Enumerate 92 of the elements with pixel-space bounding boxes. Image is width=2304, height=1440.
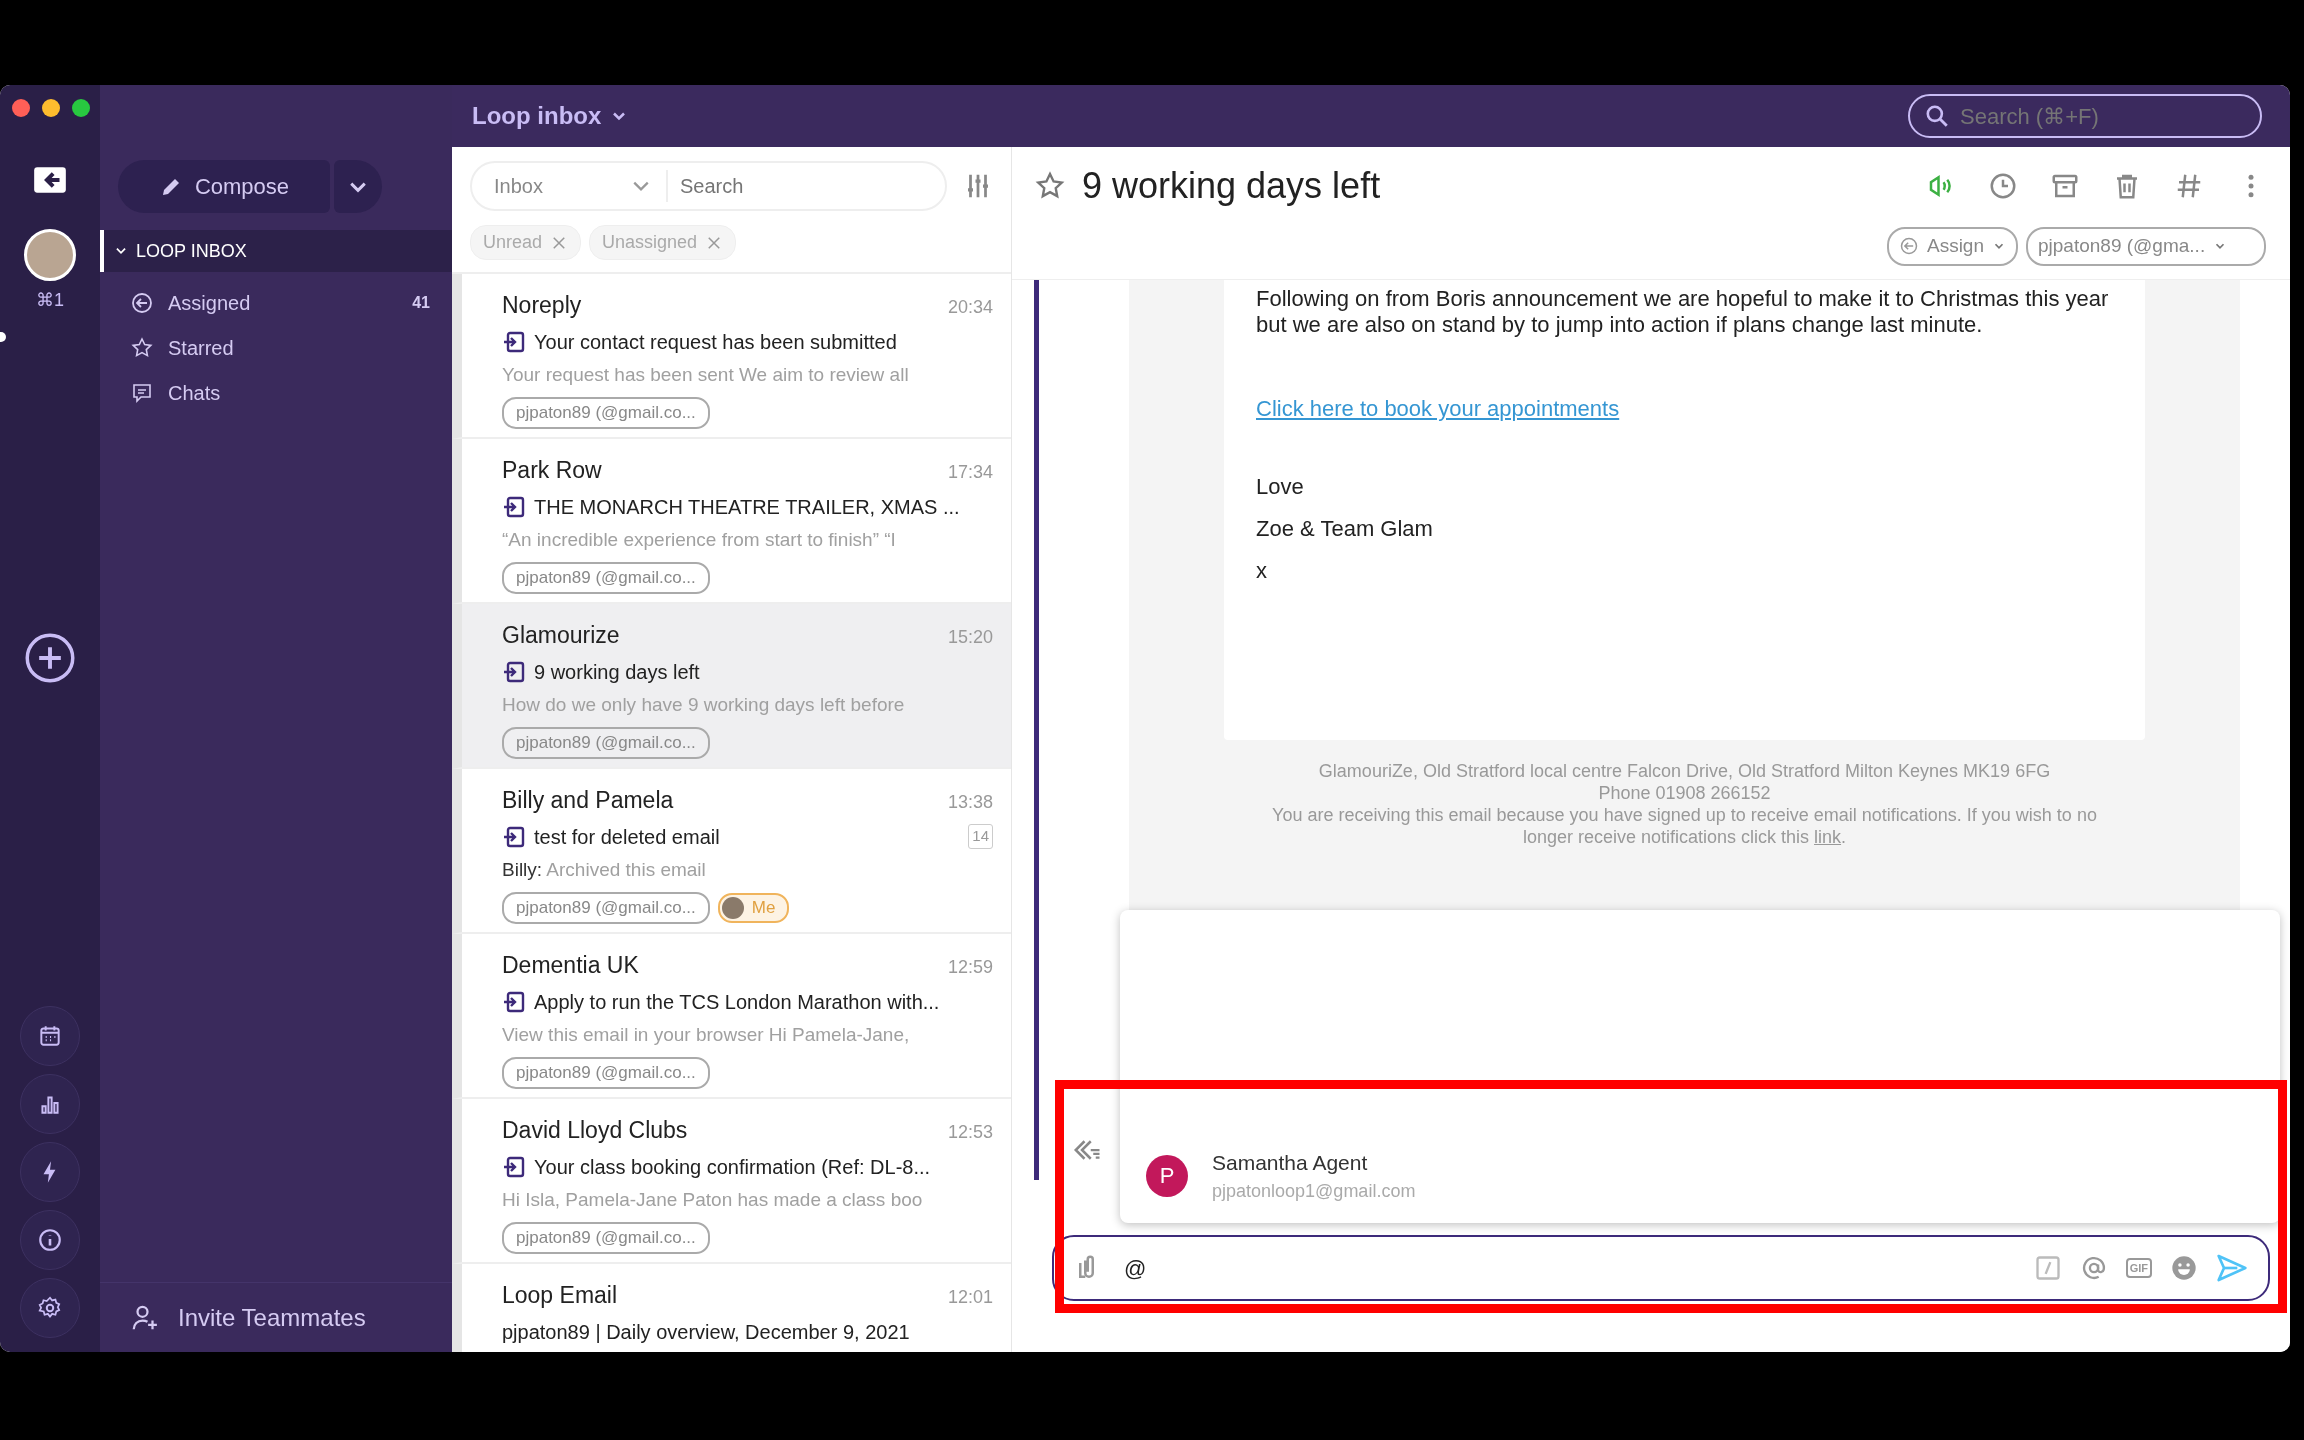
account-tag: pjpaton89 (@gmail.co... (502, 727, 710, 759)
avatar-image[interactable] (24, 229, 76, 281)
mail-in-icon (502, 989, 526, 1014)
account-tag: pjpaton89 (@gmail.co... (502, 397, 710, 429)
mail-in-icon (502, 329, 526, 354)
timestamp: 12:59 (947, 956, 993, 979)
footer-address: GlamouriZe, Old Stratford local centre Falcon Drive, Old Stratford Milton Keynes MK19 6FG (1317, 760, 2052, 782)
assignee-tag: Me (717, 893, 790, 923)
search-bar[interactable]: Inbox Search (470, 161, 947, 211)
mail-in-icon (502, 1154, 526, 1179)
inbox-switcher[interactable]: Loop inbox (472, 98, 630, 134)
unsubscribe-notice: You are receiving this email because you have signed up to receive email notifications. If you wish to no longer receive notifications click this link. (1271, 804, 2098, 848)
agent-name: Samantha Agent (1212, 1149, 1369, 1176)
signoff-line: Love (1256, 473, 1305, 501)
timestamp: 15:20 (947, 626, 993, 649)
invite-teammates-button[interactable]: Invite Teammates (100, 1282, 452, 1352)
subject: test for deleted email (534, 824, 721, 850)
sender-name: Glamourize (502, 621, 620, 650)
compose-button[interactable]: Compose (118, 160, 330, 213)
sender-name: Loop Email (502, 1281, 618, 1310)
section-header[interactable]: LOOP INBOX (100, 230, 452, 272)
conversation-item[interactable]: Glamourize 15:20 9 working days left How do we only have 9 working days left before pjpaton89 (@gmail.co... (452, 604, 1011, 769)
search-input[interactable]: Search (⌘+F) (1958, 98, 2248, 134)
account-tag: pjpaton89 (@gmail.co... (502, 1222, 710, 1254)
account-tag: pjpaton89 (@gmail.co... (502, 562, 710, 594)
folder-select[interactable]: Inbox (472, 170, 668, 202)
info-icon[interactable] (37, 1227, 63, 1253)
timestamp: 12:53 (947, 1121, 993, 1144)
search-field[interactable]: Search (668, 170, 908, 202)
sidebar-item[interactable]: Starred (100, 325, 452, 370)
sender-name: Billy and Pamela (502, 786, 674, 815)
search-icon (1924, 103, 1950, 129)
mention-option[interactable]: P Samantha Agent pjpatonloop1@gmail.com (1146, 1140, 2280, 1211)
add-icon[interactable] (24, 632, 76, 684)
signoff-line: x (1256, 557, 1268, 585)
sender-name: Dementia UK (502, 951, 639, 980)
zoom-button[interactable] (72, 99, 90, 117)
sender-name: Park Row (502, 456, 602, 485)
caret-icon (632, 180, 650, 192)
assign-button[interactable]: Assign (1886, 227, 2018, 266)
snooze-icon[interactable] (1988, 171, 2018, 201)
account-tag: pjpaton89 (@gmail.co... (502, 1057, 710, 1089)
assign-icon (1898, 236, 1919, 257)
timestamp: 13:38 (947, 791, 993, 814)
preview-text: View this email in your browser Hi Pamela-Jane, (502, 1022, 911, 1047)
subject: pjpaton89 | Daily overview, December 9, 2021 (502, 1319, 911, 1345)
avatar-initial: P (1146, 1154, 1188, 1197)
active-account-indicator (0, 332, 6, 342)
caret-icon (349, 180, 367, 193)
section-title: LOOP INBOX (136, 239, 247, 263)
email-paragraph: Following on from Boris announcement we are hopeful to make it to Christmas this year but we are also on stand by to jump into action if plans change last minute. (1256, 286, 2110, 338)
conversation-title: 9 working days left (1082, 164, 1382, 208)
timestamp: 20:34 (947, 296, 993, 319)
send-icon[interactable] (2216, 1252, 2248, 1284)
preview-text: Billy: Archived this email (502, 857, 707, 882)
assigned-icon (130, 290, 154, 315)
preview-text: Hi Isla, Pamela-Jane Paton has made a class boo (502, 1187, 924, 1212)
subject: Your contact request has been submitted (534, 329, 898, 355)
compose-menu-button[interactable] (334, 160, 382, 213)
subject: THE MONARCH THEATRE TRAILER, XMAS ... (534, 494, 961, 520)
item-count: 41 (412, 292, 430, 313)
timestamp: 17:34 (947, 461, 993, 484)
signoff-line: Zoe & Team Glam (1256, 515, 1434, 543)
sidebar-item[interactable]: Chats (100, 370, 452, 415)
preview-text: Your request has been sent We aim to review all (502, 362, 910, 387)
agent-email: pjpatonloop1@gmail.com (1212, 1180, 1416, 1203)
account-tag: pjpaton89 (@gmail.co... (502, 892, 710, 924)
mail-in-icon (502, 659, 526, 684)
message-composer[interactable]: @ GIF (1052, 1235, 2270, 1301)
message-input[interactable]: @ (1122, 1250, 2016, 1286)
subject: Apply to run the TCS London Marathon with... (534, 989, 941, 1015)
message-count: 14 (968, 824, 993, 849)
preview-text: How do we only have 9 working days left before (502, 692, 906, 717)
subject: Your class booking confirmation (Ref: DL-8... (534, 1154, 932, 1180)
account-shortcut: ⌘1 (36, 289, 64, 312)
sidebar-item[interactable]: Assigned 41 (100, 280, 452, 325)
sender-name: Noreply (502, 291, 582, 320)
slash-command-icon[interactable] (2033, 1254, 2062, 1282)
starred-icon (130, 335, 154, 360)
mail-in-icon (502, 824, 526, 849)
emoji-icon[interactable] (2170, 1254, 2198, 1282)
calendar-icon[interactable] (37, 1023, 63, 1049)
account-select[interactable]: pjpaton89 (@gma... (2026, 227, 2266, 266)
sender-name: David Lloyd Clubs (502, 1116, 688, 1145)
close-button[interactable] (12, 99, 30, 117)
minimize-button[interactable] (42, 99, 60, 117)
preview-text: “An incredible experience from start to finish” “I (502, 527, 897, 552)
footer-phone: Phone 01908 266152 (1597, 782, 1772, 804)
global-search-field[interactable]: Search (⌘+F) (1908, 94, 2262, 138)
subject: 9 working days left (534, 659, 701, 685)
timestamp: 12:01 (947, 1286, 993, 1309)
mail-in-icon (502, 494, 526, 519)
